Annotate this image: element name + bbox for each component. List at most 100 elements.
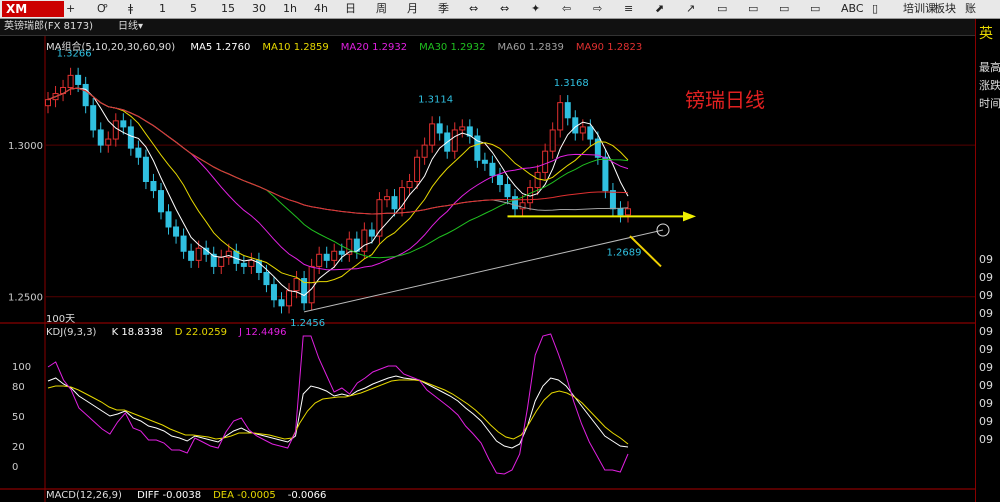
right-panel-item-7: 09: [979, 307, 993, 320]
toolbar-button-10[interactable]: 周: [376, 1, 387, 17]
toolbar-button-26[interactable]: ▯: [872, 1, 878, 17]
macd-legend-label[interactable]: MACD(12,26,9): [46, 490, 122, 501]
toolbar-button-21[interactable]: ▭: [717, 1, 727, 17]
candle-body: [67, 74, 74, 88]
kdj-line-K: [47, 375, 629, 449]
right-panel-item-2: 涨跌: [979, 79, 1000, 92]
right-panel-item-14: 09: [979, 433, 993, 446]
toolbar-button-19[interactable]: ⬈: [655, 1, 664, 17]
right-panel-item-8: 09: [979, 325, 993, 338]
toolbar-button-4[interactable]: 5: [190, 1, 197, 17]
toolbar-button-7[interactable]: 1h: [283, 1, 297, 17]
candle-body: [278, 299, 285, 307]
candle-body: [549, 129, 556, 152]
toolbar-button-25[interactable]: ABC: [841, 1, 864, 17]
symbol-label[interactable]: 英镑瑞郎(FX 8173): [4, 20, 93, 34]
price-label-3: 1.2689: [606, 247, 641, 258]
price-tick-label: 1.2500: [8, 293, 43, 304]
macd-legend: MACD(12,26,9) DIFF -0.0038 DEA -0.0005 -0.…: [46, 490, 326, 501]
candle-body: [534, 171, 541, 189]
arrow-head-right: [683, 211, 696, 222]
macd-legend-item-2: -0.0066: [287, 490, 327, 501]
toolbar-button-5[interactable]: 15: [221, 1, 235, 17]
toolbar-button-28[interactable]: 板块: [934, 1, 956, 17]
ma-legend-item-3: MA30 1.2932: [419, 42, 486, 53]
ma-legend-item-5: MA90 1.2823: [575, 42, 643, 53]
candle-body: [127, 126, 134, 149]
kdj-tick-label: 100: [12, 362, 31, 373]
right-panel-item-11: 09: [979, 379, 993, 392]
candle-body: [240, 262, 247, 267]
chart-area[interactable]: 1.30001.2500 1008050200 1.32661.31141.31…: [0, 36, 975, 502]
candle-body: [579, 126, 586, 134]
toolbar-button-13[interactable]: ⇔: [469, 1, 478, 17]
kdj-tick-label: 0: [12, 462, 18, 473]
toolbar-button-29[interactable]: 账: [965, 1, 976, 17]
candle-body: [542, 150, 549, 173]
toolbar-button-6[interactable]: 30: [252, 1, 266, 17]
candle-body: [75, 74, 82, 85]
price-tick-label: 1.3000: [8, 141, 43, 152]
ma-legend-label[interactable]: MA组合(5,10,20,30,60,90): [46, 42, 175, 53]
kdj-tick-label: 50: [12, 412, 25, 423]
toolbar-button-16[interactable]: ⇦: [562, 1, 571, 17]
candle-body: [180, 235, 187, 252]
ma-line-90: [47, 87, 629, 215]
price-label-4: 1.2456: [290, 318, 325, 329]
right-panel-item-6: 09: [979, 289, 993, 302]
kdj-tick-label: 20: [12, 442, 25, 453]
toolbar-button-27[interactable]: 培训课: [903, 1, 936, 17]
candle-body: [263, 271, 270, 286]
xm-logo: XM: [2, 1, 64, 17]
toolbar-button-14[interactable]: ⇔: [500, 1, 509, 17]
candle-body: [90, 105, 97, 131]
candle-body: [557, 102, 564, 131]
macd-legend-item-1: DEA -0.0005: [213, 490, 276, 501]
candle-body: [361, 229, 368, 252]
candle-body: [368, 229, 375, 237]
candle-body: [496, 174, 503, 186]
toolbar-button-12[interactable]: 季: [438, 1, 449, 17]
toolbar-button-3[interactable]: 1: [159, 1, 166, 17]
toolbar-button-18[interactable]: ≡: [624, 1, 633, 17]
candle-body: [451, 129, 458, 152]
ma-legend-item-4: MA60 1.2839: [497, 42, 564, 53]
candle-body: [414, 156, 421, 182]
kdj-tick-label: 80: [12, 382, 25, 393]
candle-body: [512, 196, 519, 210]
kdj-legend-label[interactable]: KDJ(9,3,3): [46, 327, 96, 338]
toolbar-button-9[interactable]: 日: [345, 1, 356, 17]
toolbar-button-15[interactable]: ✦: [531, 1, 540, 17]
toolbar-button-8[interactable]: 4h: [314, 1, 328, 17]
candle-body: [316, 253, 323, 267]
candle-body: [587, 126, 594, 140]
toolbar-button-24[interactable]: ▭: [810, 1, 820, 17]
right-panel-item-12: 09: [979, 397, 993, 410]
candle-body: [286, 290, 293, 307]
candle-body: [323, 253, 330, 261]
toolbar-button-17[interactable]: ⇨: [593, 1, 602, 17]
toolbar-button-22[interactable]: ▭: [748, 1, 758, 17]
candle-body: [112, 120, 119, 140]
period-dropdown[interactable]: 日线▾: [118, 20, 143, 34]
candle-body: [150, 181, 157, 192]
toolbar-button-11[interactable]: 月: [407, 1, 418, 17]
candle-body: [504, 184, 511, 198]
toolbar-button-20[interactable]: ↗: [686, 1, 695, 17]
toolbar-button-23[interactable]: ▭: [779, 1, 789, 17]
right-info-panel: 英最高 涨跌 时间 09 09 09 09 09 09 09 09 09 09 09: [975, 19, 1000, 502]
macd-legend-item-0: DIFF -0.0038: [137, 490, 202, 501]
toolbar-button-0[interactable]: +: [66, 1, 75, 17]
candle-body: [617, 208, 624, 216]
right-panel-item-10: 09: [979, 361, 993, 374]
toolbar-button-2[interactable]: ǂ: [128, 1, 133, 17]
candle-body: [489, 162, 496, 176]
candle-body: [331, 250, 338, 261]
candle-body: [270, 284, 277, 301]
candle-body: [625, 208, 631, 216]
right-panel-item-9: 09: [979, 343, 993, 356]
candle-body: [157, 190, 164, 213]
candle-body: [429, 123, 436, 146]
toolbar-button-1[interactable]: Ꝍ: [97, 1, 107, 17]
right-panel-item-13: 09: [979, 415, 993, 428]
